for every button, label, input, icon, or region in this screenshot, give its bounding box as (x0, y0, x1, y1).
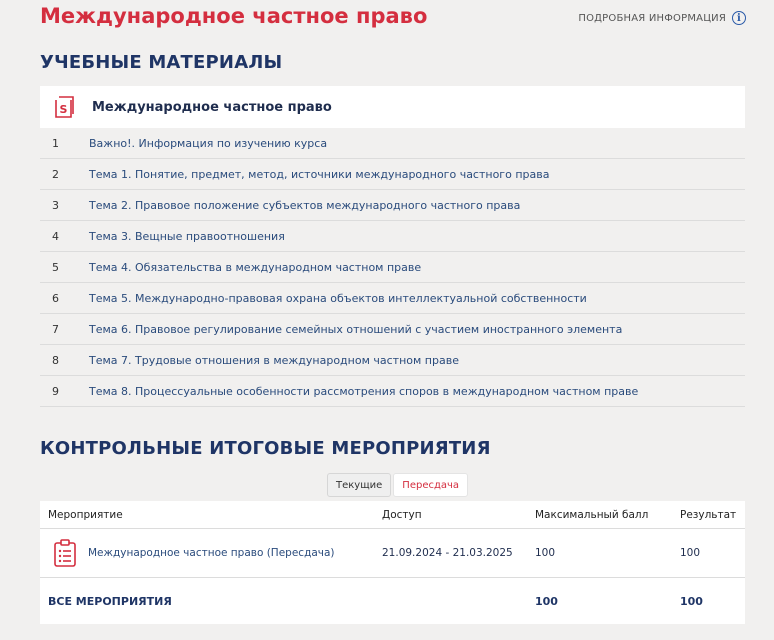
col-max-score-header: Максимальный балл (535, 508, 649, 521)
course-book-icon: S (52, 95, 76, 119)
total-row: ВСЕ МЕРОПРИЯТИЯ 100 100 (40, 578, 745, 624)
materials-heading: УЧЕБНЫЕ МАТЕРИАЛЫ (40, 52, 283, 73)
total-label: ВСЕ МЕРОПРИЯТИЯ (48, 594, 172, 608)
topic-link[interactable]: Тема 1. Понятие, предмет, метод, источни… (89, 168, 549, 181)
topic-row[interactable]: 3 Тема 2. Правовое положение субъектов ме… (40, 190, 745, 221)
topic-row[interactable]: 7 Тема 6. Правовое регулирование семейных… (40, 314, 745, 345)
topic-number: 8 (52, 353, 59, 367)
events-table: Мероприятие Доступ Максимальный балл Рез… (40, 501, 745, 624)
topic-row[interactable]: 1 Важно!. Информация по изучению курса (40, 128, 745, 159)
topic-row[interactable]: 5 Тема 4. Обязательства в международном ч… (40, 252, 745, 283)
tab-retake[interactable]: Пересдача (393, 473, 469, 497)
events-heading: КОНТРОЛЬНЫЕ ИТОГОВЫЕ МЕРОПРИЯТИЯ (40, 438, 491, 459)
topic-row[interactable]: 6 Тема 5. Международно-правовая охрана об… (40, 283, 745, 314)
topic-number: 2 (52, 167, 59, 181)
topic-link[interactable]: Тема 4. Обязательства в международном ча… (89, 261, 421, 274)
topic-number: 1 (52, 136, 59, 150)
topic-link[interactable]: Тема 7. Трудовые отношения в международн… (89, 354, 459, 367)
topic-link[interactable]: Тема 2. Правовое положение субъектов меж… (89, 199, 520, 212)
topic-row[interactable]: 8 Тема 7. Трудовые отношения в международ… (40, 345, 745, 376)
col-result-header: Результат (680, 508, 737, 521)
topic-list: 1 Важно!. Информация по изучению курса 2 Те… (40, 128, 745, 407)
col-access-header: Доступ (382, 508, 422, 521)
info-icon[interactable]: i (732, 11, 746, 25)
page-title: Международное частное право (40, 4, 428, 28)
topic-link[interactable]: Важно!. Информация по изучению курса (89, 137, 327, 150)
clipboard-task-icon (52, 538, 78, 568)
topic-number: 6 (52, 291, 59, 305)
table-header-row: Мероприятие Доступ Максимальный балл Рез… (40, 501, 745, 529)
tab-current[interactable]: Текущие (327, 473, 392, 497)
svg-text:S: S (60, 103, 68, 116)
topic-number: 5 (52, 260, 59, 274)
total-result: 100 (680, 594, 703, 608)
event-name-link[interactable]: Международное частное право (Пересдача) (88, 547, 335, 559)
topic-number: 7 (52, 322, 59, 336)
course-header[interactable]: S Международное частное право (40, 86, 745, 128)
topic-number: 4 (52, 229, 59, 243)
topic-number: 9 (52, 384, 59, 398)
more-info-label: ПОДРОБНАЯ ИНФОРМАЦИЯ (578, 12, 726, 24)
materials-card: S Международное частное право 1 Важно!. И… (40, 86, 745, 407)
topic-row[interactable]: 4 Тема 3. Вещные правоотношения (40, 221, 745, 252)
topic-number: 3 (52, 198, 59, 212)
event-cell: Международное частное право (Пересдача) (40, 538, 382, 568)
total-max-score: 100 (535, 594, 558, 608)
events-tabs: Текущие Пересдача (327, 473, 469, 497)
course-title: Международное частное право (92, 99, 332, 115)
topic-link[interactable]: Тема 3. Вещные правоотношения (89, 230, 285, 243)
event-access: 21.09.2024 - 21.03.2025 (382, 547, 513, 559)
topic-row[interactable]: 2 Тема 1. Понятие, предмет, метод, источн… (40, 159, 745, 190)
table-row: Международное частное право (Пересдача) … (40, 529, 745, 578)
event-max-score: 100 (535, 547, 556, 559)
event-result: 100 (680, 547, 701, 559)
topic-link[interactable]: Тема 8. Процессуальные особенности рассм… (89, 385, 638, 398)
topic-row[interactable]: 9 Тема 8. Процессуальные особенности расс… (40, 376, 745, 407)
more-info-link[interactable]: ПОДРОБНАЯ ИНФОРМАЦИЯ i (578, 11, 746, 25)
col-event-header: Мероприятие (48, 508, 123, 521)
topic-link[interactable]: Тема 5. Международно-правовая охрана объ… (89, 292, 587, 305)
topic-link[interactable]: Тема 6. Правовое регулирование семейных … (89, 323, 622, 336)
